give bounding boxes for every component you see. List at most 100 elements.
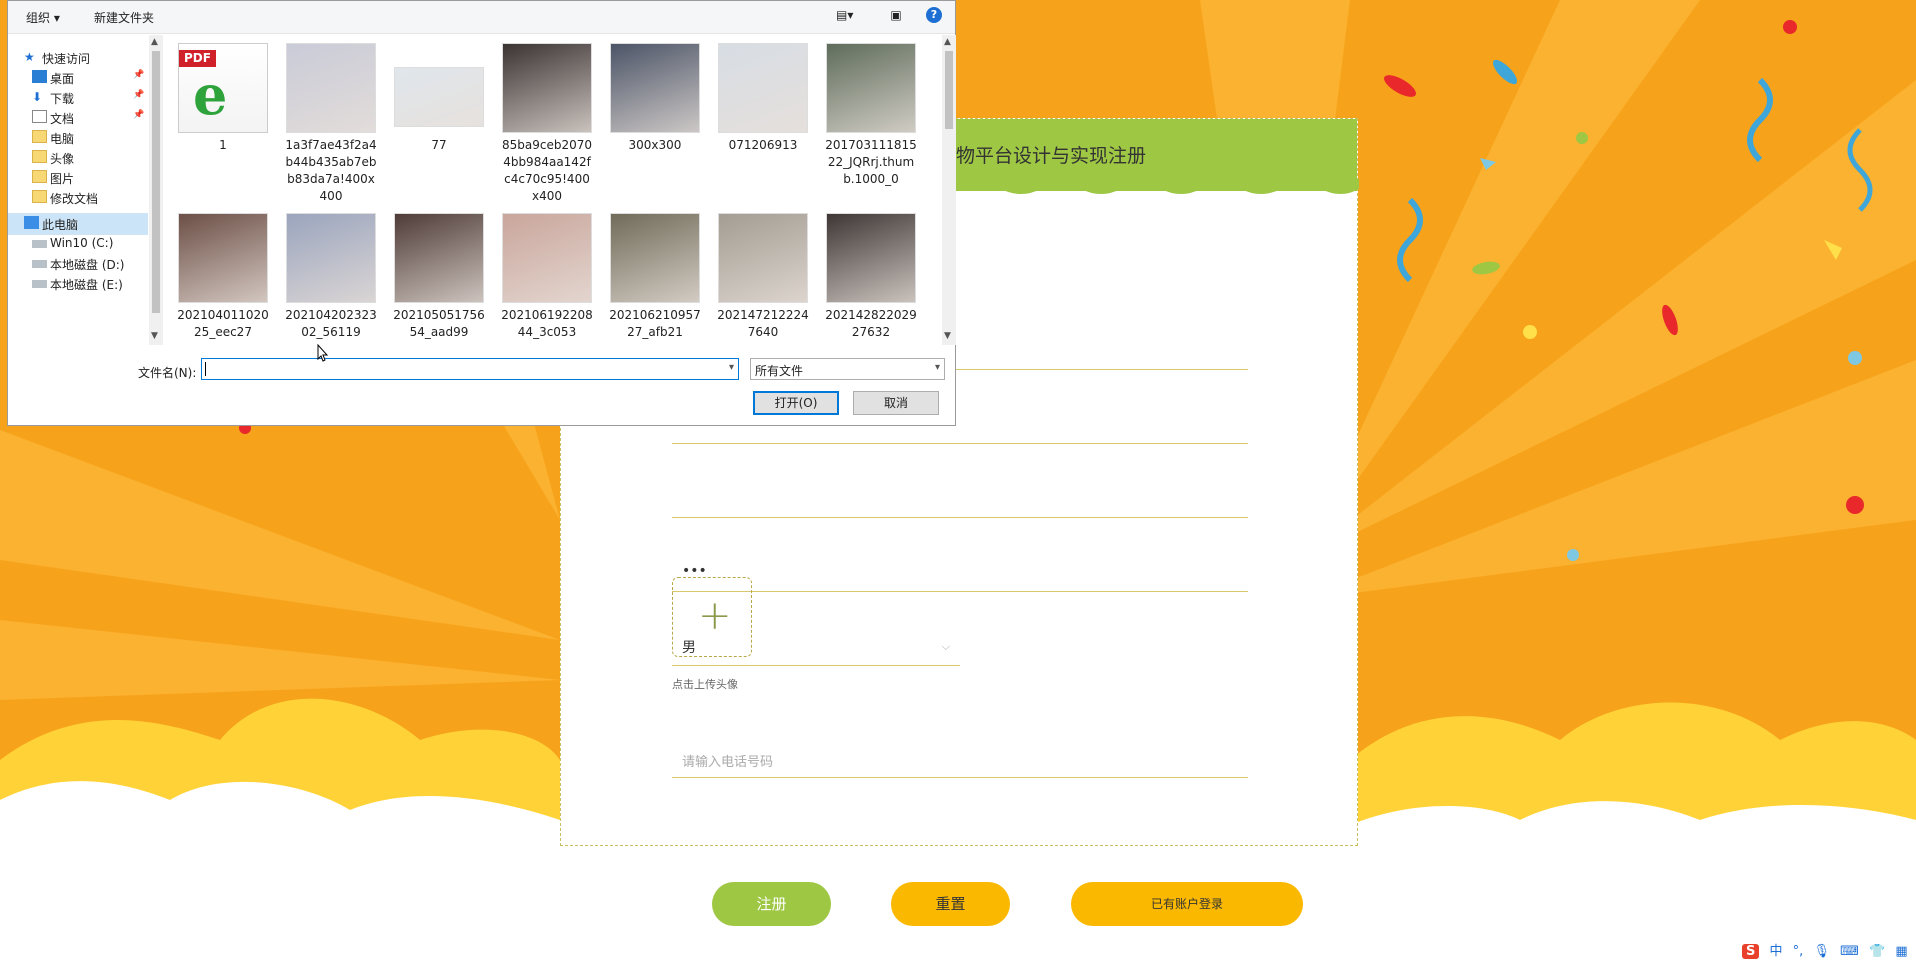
file-name: 20210420232302_56119 (285, 308, 377, 339)
nav-item-label: 修改文档 (50, 192, 99, 206)
password-field[interactable] (672, 481, 1248, 518)
skin-shirt-icon[interactable]: 👕 (1869, 944, 1885, 959)
navigation-pane: ★ 快速访问 桌面 📌 ⬇ 下载 📌 文档 📌 电脑 头像 图片 修改文档 此电脑 Win10 (C:) 本地… (8, 37, 148, 349)
folder-icon (32, 150, 47, 163)
image-thumbnail (610, 213, 700, 303)
microphone-icon[interactable]: 🎙 (1813, 944, 1830, 959)
file-scrollbar[interactable]: ▲ ▼ (942, 35, 956, 345)
nav-item[interactable]: 图片 (8, 167, 148, 189)
pin-icon: 📌 (133, 90, 145, 100)
document-icon (32, 110, 47, 123)
text-caret (205, 362, 206, 376)
file-item[interactable]: 20210619220844_3c053 (497, 213, 597, 341)
filename-row: 文件名(N): ▾ 所有文件 ▾ (8, 356, 955, 386)
help-icon[interactable]: ? (926, 7, 942, 23)
file-name: 20210619220844_3c053 (501, 308, 593, 339)
organize-menu[interactable]: 组织 ▾ (26, 9, 60, 26)
nav-item-label: 文档 (50, 112, 75, 126)
nav-item[interactable]: 文档 📌 (8, 107, 148, 129)
nav-item[interactable]: 修改文档 (8, 187, 148, 209)
file-item[interactable]: 85ba9ceb20704bb984aa142fc4c70c95!400x400 (497, 43, 597, 205)
file-name: 1 (219, 138, 227, 152)
nav-item[interactable]: ⬇ 下载 📌 (8, 87, 148, 109)
image-thumbnail (502, 213, 592, 303)
image-thumbnail (394, 67, 484, 127)
nav-item[interactable]: Win10 (C:) (8, 233, 148, 255)
avatar-upload[interactable]: + (672, 577, 752, 657)
nav-item[interactable]: 本地磁盘 (E:) (8, 273, 148, 295)
chevron-down-icon: ▾ (934, 362, 940, 373)
chevron-down-icon[interactable]: ▾ (729, 362, 734, 373)
file-item[interactable]: 300x300 (605, 43, 705, 154)
file-name: 20210505175654_aad99 (393, 308, 485, 339)
file-name: 20214282202927632 (825, 308, 917, 339)
pdf-file-icon: PDF e (178, 43, 268, 133)
image-thumbnail (826, 43, 916, 133)
filetype-select[interactable]: 所有文件 ▾ (750, 358, 945, 380)
view-options-icon[interactable]: ▤▾ (836, 7, 853, 23)
nav-item-label: 本地磁盘 (E:) (50, 278, 123, 292)
confirm-password-field[interactable]: ••• (672, 555, 1248, 592)
file-item[interactable]: 20210420232302_56119 (281, 213, 381, 341)
nav-item[interactable]: 桌面 📌 (8, 67, 148, 89)
file-item[interactable]: 20210401102025_eec27 (178, 213, 273, 341)
login-link-button[interactable]: 已有账户登录 (1071, 882, 1303, 926)
folder-icon (32, 130, 47, 143)
sogou-logo-icon[interactable]: S (1742, 944, 1760, 959)
punctuation-icon[interactable]: °, (1793, 944, 1804, 959)
open-button[interactable]: 打开(O) (753, 391, 839, 415)
phone-placeholder: 请输入电话号码 (682, 755, 774, 770)
image-thumbnail (502, 43, 592, 133)
nav-item[interactable]: ★ 快速访问 (8, 47, 148, 69)
browser-e-icon: e (193, 63, 228, 127)
file-name: 300x300 (628, 138, 682, 152)
cancel-button[interactable]: 取消 (853, 391, 939, 415)
file-name: 071206913 (728, 138, 798, 152)
nav-item[interactable]: 本地磁盘 (D:) (8, 253, 148, 275)
nav-scrollbar[interactable]: ▲ ▼ (149, 35, 163, 345)
file-item[interactable]: 2021472122247640 (713, 213, 813, 341)
file-item[interactable]: 071206913 (713, 43, 813, 154)
folder-icon (32, 170, 47, 183)
phone-field[interactable]: 请输入电话号码 (672, 741, 1248, 778)
filename-input[interactable]: ▾ (201, 358, 739, 380)
nav-item-label: 图片 (50, 172, 75, 186)
filetype-value: 所有文件 (755, 364, 804, 378)
file-name: 20170311181522_JQRrj.thumb.1000_0 (825, 138, 917, 186)
file-item[interactable]: 20214282202927632 (821, 213, 921, 341)
image-thumbnail (718, 213, 808, 303)
keyboard-icon[interactable]: ⌨ (1840, 944, 1859, 959)
page-title: 物平台设计与实现注册 (956, 145, 1147, 167)
nav-item-label: 桌面 (50, 72, 75, 86)
ime-toolbar: S 中 °, 🎙 ⌨ 👕 ▦ (1742, 940, 1914, 962)
toolbox-grid-icon[interactable]: ▦ (1895, 944, 1907, 959)
file-item[interactable]: 20210505175654_aad99 (389, 213, 489, 341)
nav-item-label: 下载 (50, 92, 75, 106)
file-item[interactable]: 20210621095727_afb21 (605, 213, 705, 341)
dialog-toolbar: 组织 ▾ 新建文件夹 ▤▾ ▣ ? (8, 1, 955, 34)
nav-item-label: 头像 (50, 152, 75, 166)
nav-item[interactable]: 此电脑 (8, 213, 148, 235)
nav-item-label: 快速访问 (42, 52, 91, 66)
image-thumbnail (718, 43, 808, 133)
image-thumbnail (286, 43, 376, 133)
file-item[interactable]: PDF e 1 (178, 43, 273, 154)
download-arrow-icon: ⬇ (32, 90, 43, 104)
preview-pane-icon[interactable]: ▣ (888, 7, 904, 23)
new-folder-button[interactable]: 新建文件夹 (94, 9, 154, 26)
file-open-dialog: 组织 ▾ 新建文件夹 ▤▾ ▣ ? ★ 快速访问 桌面 📌 ⬇ 下载 📌 文档 📌 电脑 头像 图片修… (7, 0, 956, 426)
drive-icon (32, 260, 47, 268)
file-item[interactable]: 20170311181522_JQRrj.thumb.1000_0 (821, 43, 921, 188)
ime-language[interactable]: 中 (1770, 940, 1783, 959)
nav-item[interactable]: 电脑 (8, 127, 148, 149)
register-button[interactable]: 注册 (712, 882, 831, 926)
computer-icon (24, 216, 39, 229)
plus-icon: + (698, 593, 732, 639)
reset-button[interactable]: 重置 (891, 882, 1010, 926)
image-thumbnail (394, 213, 484, 303)
file-name: 2021472122247640 (717, 308, 809, 339)
drive-icon (32, 240, 47, 248)
nav-item[interactable]: 头像 (8, 147, 148, 169)
file-item[interactable]: 1a3f7ae43f2a4b44b435ab7ebb83da7a!400x400 (281, 43, 381, 205)
file-item[interactable]: 77 (389, 43, 489, 154)
